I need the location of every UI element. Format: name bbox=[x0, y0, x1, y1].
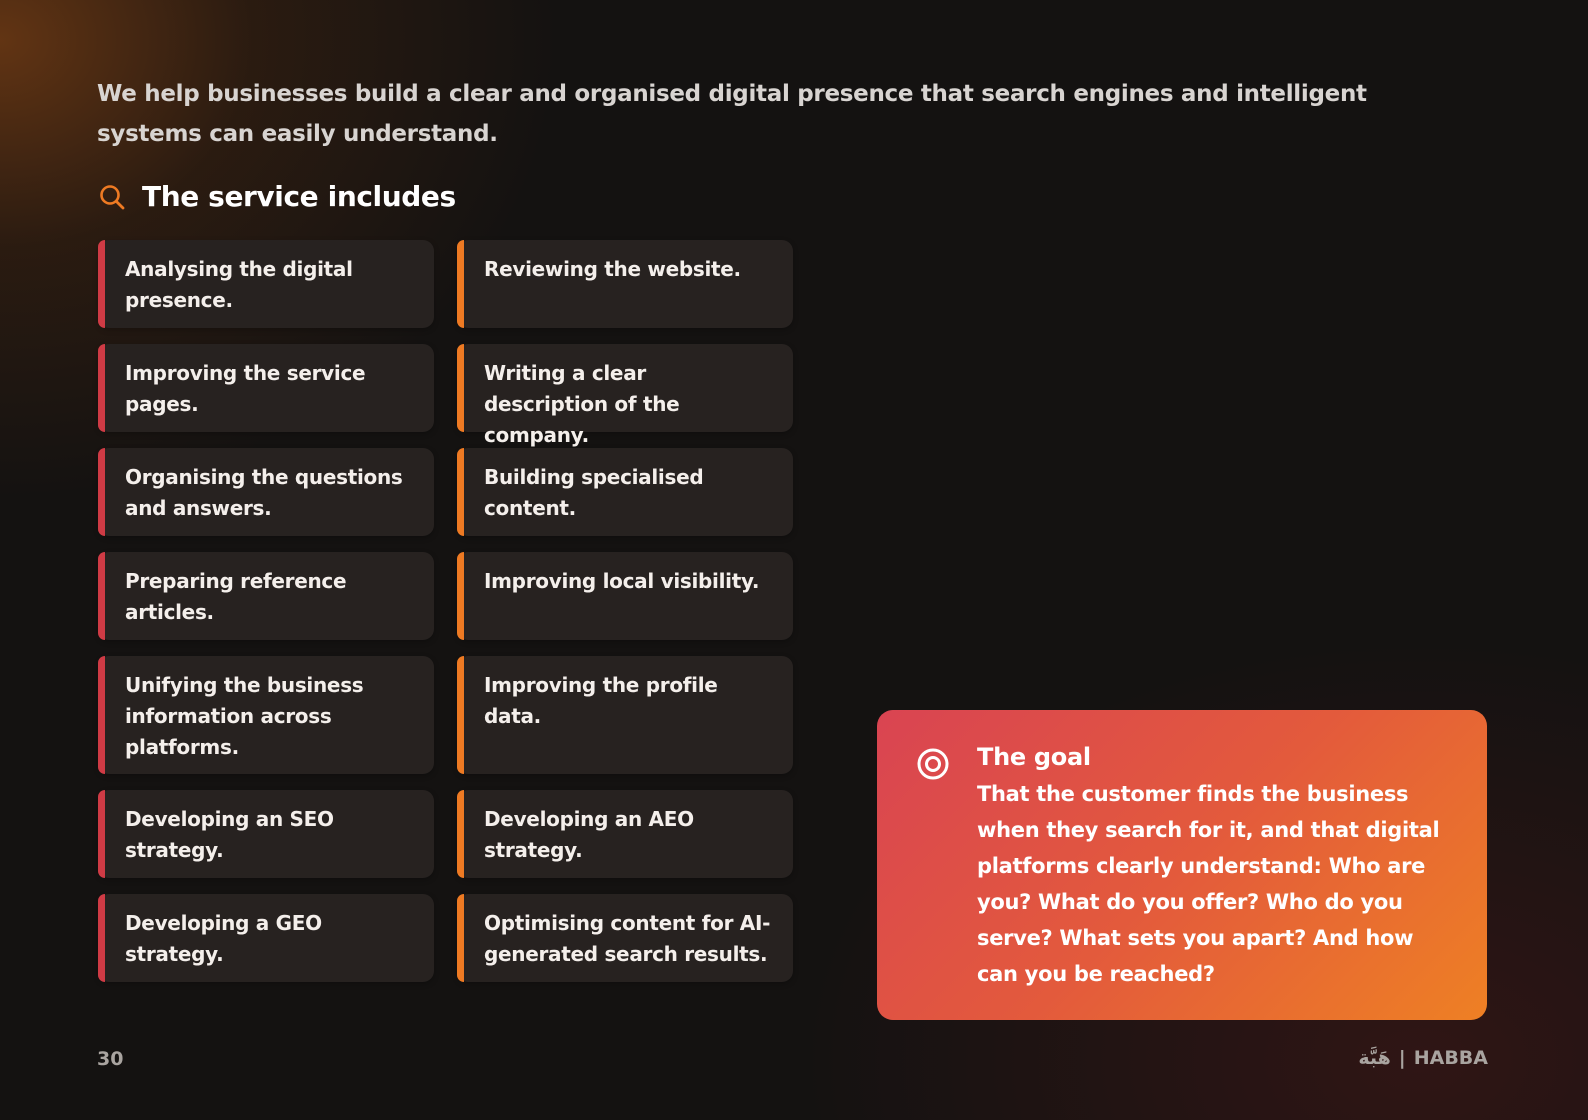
service-card: Unifying the business information across… bbox=[98, 656, 434, 774]
brand-arabic: هَبَّة bbox=[1358, 1047, 1391, 1069]
service-card: Developing a GEO strategy. bbox=[98, 894, 434, 982]
page-number: 30 bbox=[97, 1048, 124, 1070]
service-card: Optimising content for AI-generated sear… bbox=[457, 894, 793, 982]
goal-text: That the customer finds the business whe… bbox=[977, 782, 1440, 986]
service-card: Improving local visibility. bbox=[457, 552, 793, 640]
service-card: Writing a clear description of the compa… bbox=[457, 344, 793, 447]
service-card: Developing an SEO strategy. bbox=[98, 790, 434, 878]
service-card: Improving the profile data. bbox=[457, 656, 793, 774]
brand-separator: | bbox=[1398, 1047, 1406, 1069]
target-icon bbox=[917, 748, 949, 780]
goal-panel: The goal That the customer finds the bus… bbox=[877, 710, 1487, 1020]
intro-paragraph: We help businesses build a clear and org… bbox=[97, 81, 1367, 147]
brand-logo: هَبَّة | HABBA bbox=[1358, 1047, 1488, 1069]
service-card: Organising the questions and answers. bbox=[98, 448, 434, 536]
section-header: The service includes bbox=[98, 180, 456, 213]
service-card: Reviewing the website. bbox=[457, 240, 793, 328]
section-title: The service includes bbox=[142, 180, 456, 213]
service-card: Developing an AEO strategy. bbox=[457, 790, 793, 878]
goal-title: The goal bbox=[977, 743, 1091, 771]
service-card: Building specialised content. bbox=[457, 448, 793, 536]
service-card: Analysing the digital presence. bbox=[98, 240, 434, 328]
service-card: Improving the service pages. bbox=[98, 344, 434, 432]
services-grid: Analysing the digital presence. Reviewin… bbox=[98, 240, 793, 982]
search-icon bbox=[100, 184, 125, 209]
brand-name: HABBA bbox=[1413, 1047, 1488, 1069]
service-card: Preparing reference articles. bbox=[98, 552, 434, 640]
